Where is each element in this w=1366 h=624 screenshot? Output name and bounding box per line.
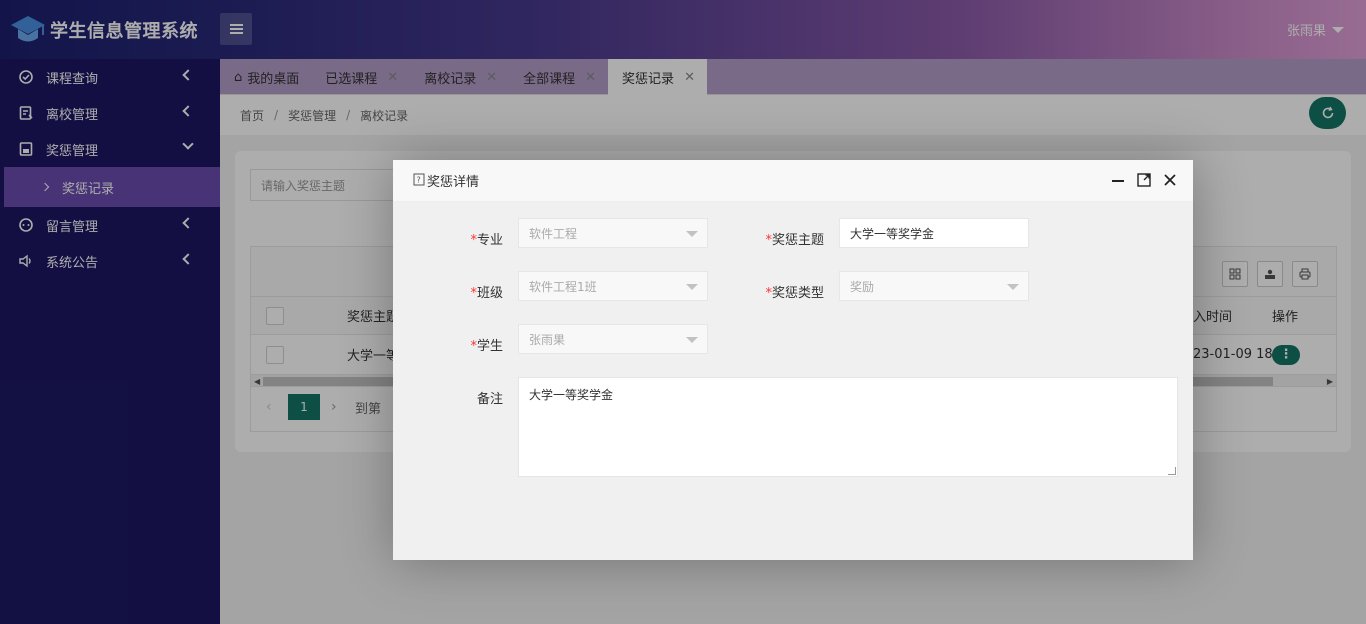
- help-doc-icon: ?: [413, 173, 425, 189]
- type-select[interactable]: 奖励: [839, 271, 1029, 301]
- close-icon: [1164, 174, 1176, 186]
- student-select[interactable]: 张雨果: [518, 324, 708, 354]
- major-label: *专业: [393, 229, 503, 248]
- type-label: *奖惩类型: [714, 282, 824, 301]
- dialog-title: 奖惩详情: [427, 175, 480, 190]
- class-select-value: 软件工程1班: [529, 279, 597, 294]
- topic-label: *奖惩主题: [714, 229, 824, 248]
- maximize-icon: [1137, 173, 1151, 187]
- minimize-button[interactable]: [1111, 173, 1125, 187]
- svg-text:?: ?: [417, 175, 421, 184]
- major-select-value: 软件工程: [529, 226, 578, 241]
- topic-input[interactable]: 大学一等奖学金: [839, 218, 1029, 248]
- type-label-text: 奖惩类型: [771, 286, 824, 301]
- class-label: *班级: [393, 282, 503, 301]
- class-label-text: 班级: [476, 286, 503, 301]
- note-textarea[interactable]: 大学一等奖学金: [518, 377, 1178, 477]
- student-select-value: 张雨果: [529, 332, 566, 347]
- dropdown-arrow-icon: [686, 337, 698, 343]
- topic-label-text: 奖惩主题: [771, 233, 824, 248]
- major-label-text: 专业: [476, 233, 503, 248]
- type-select-value: 奖励: [850, 279, 875, 294]
- student-label: *学生: [393, 335, 503, 354]
- major-select[interactable]: 软件工程: [518, 218, 708, 248]
- note-text: 大学一等奖学金: [529, 388, 614, 402]
- close-button[interactable]: [1163, 173, 1177, 187]
- window-controls: [1111, 173, 1177, 187]
- dropdown-arrow-icon: [686, 231, 698, 237]
- dropdown-arrow-icon: [686, 284, 698, 290]
- resize-grip-icon[interactable]: [1168, 467, 1176, 475]
- class-select[interactable]: 软件工程1班: [518, 271, 708, 301]
- maximize-button[interactable]: [1137, 173, 1151, 187]
- reward-detail-dialog: ? 奖惩详情 *专业 软件工程 *奖惩主题 大学一等奖学金 *班级 软件工程1班…: [393, 160, 1193, 560]
- dialog-header: ? 奖惩详情: [393, 160, 1193, 202]
- minimize-icon: [1112, 180, 1124, 182]
- dropdown-arrow-icon: [1007, 284, 1019, 290]
- student-label-text: 学生: [476, 339, 503, 354]
- note-label: 备注: [476, 392, 503, 407]
